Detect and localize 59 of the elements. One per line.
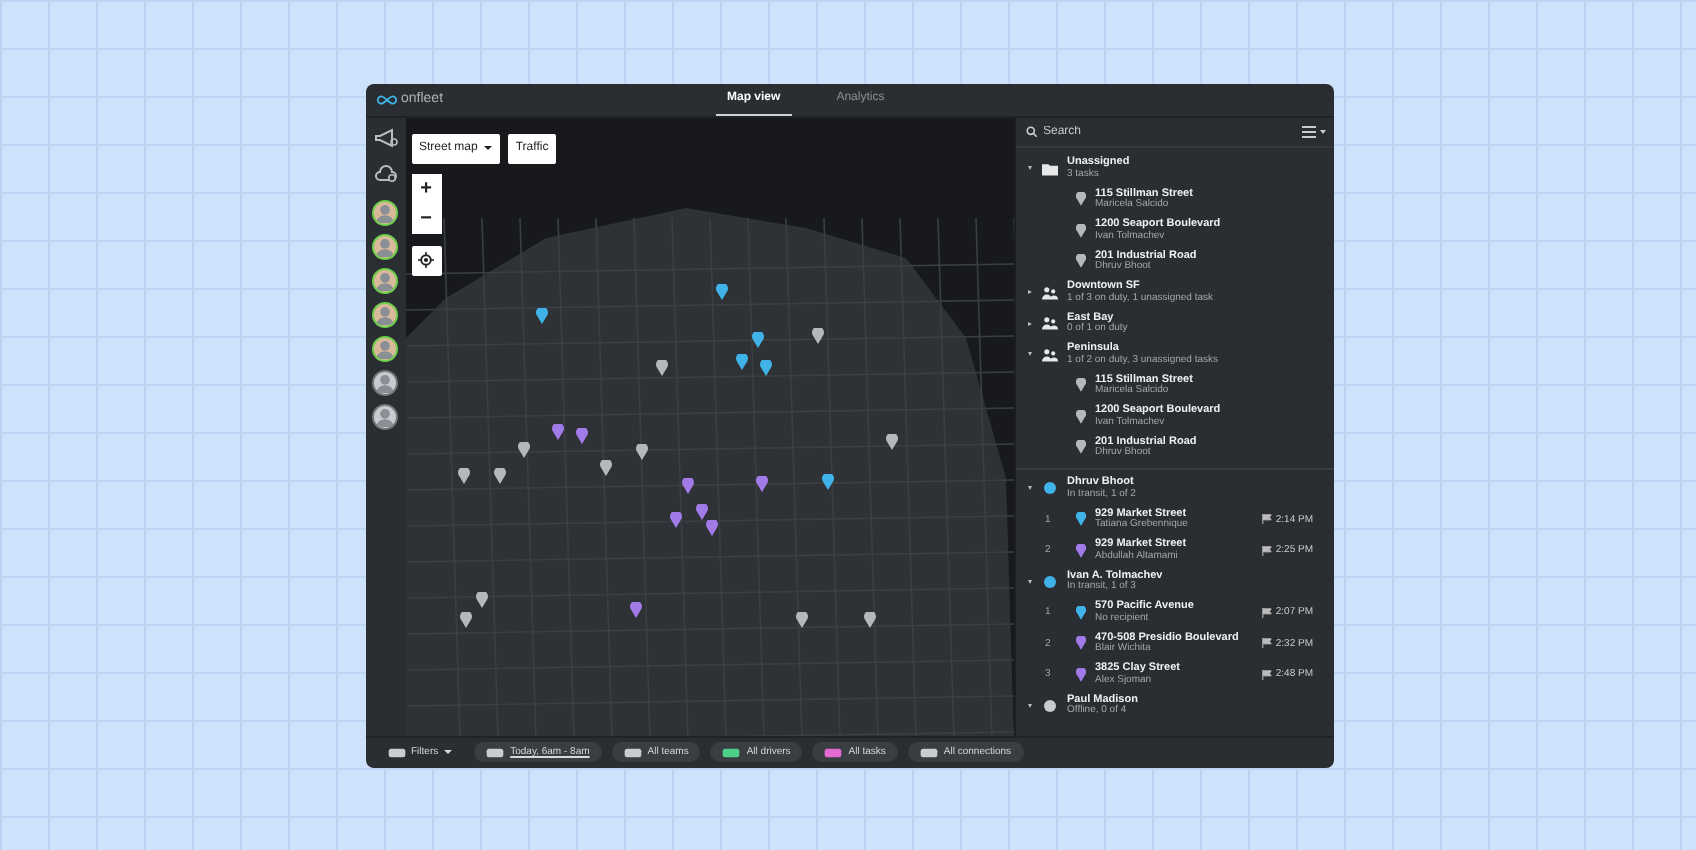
search-icon: [1025, 125, 1037, 137]
map-pin-icon[interactable]: [751, 331, 763, 347]
flag-icon: [1261, 638, 1272, 649]
folder-icon: [1041, 161, 1057, 176]
driver-avatar[interactable]: [372, 233, 398, 259]
map-pin-icon[interactable]: [517, 441, 529, 457]
flag-icon: [1261, 669, 1272, 680]
swatch-icon: [387, 747, 405, 757]
map-pin-icon[interactable]: [475, 591, 487, 607]
megaphone-icon[interactable]: [373, 127, 397, 147]
map-pin-icon[interactable]: [629, 601, 641, 617]
swatch-icon: [824, 747, 843, 757]
map-pin-icon[interactable]: [715, 283, 727, 299]
driver-avatar[interactable]: [372, 267, 398, 293]
map-pin-icon[interactable]: [695, 503, 707, 519]
expand-caret-icon[interactable]: [1027, 703, 1031, 708]
locate-button[interactable]: [411, 245, 441, 275]
team-icon: [1041, 285, 1057, 300]
flag-icon: [1261, 607, 1272, 618]
driver-avatar[interactable]: [372, 301, 398, 327]
map-pin-icon[interactable]: [863, 611, 875, 627]
map-pin-icon[interactable]: [811, 327, 823, 343]
map-pin-icon[interactable]: [575, 427, 587, 443]
flag-icon: [1261, 545, 1272, 556]
expand-caret-icon[interactable]: [1027, 290, 1031, 295]
map-pin-icon[interactable]: [669, 511, 681, 527]
swatch-icon: [623, 747, 642, 757]
crosshair-icon: [418, 252, 434, 268]
team-icon: [1041, 316, 1057, 331]
map-pin-icon[interactable]: [535, 307, 547, 323]
map-pin-icon[interactable]: [635, 443, 647, 459]
map-pin-icon[interactable]: [459, 611, 471, 627]
driver-avatar[interactable]: [372, 199, 398, 225]
infinity-logo-icon: [375, 93, 397, 105]
map-pin-icon[interactable]: [821, 473, 833, 489]
driver-avatar[interactable]: [372, 403, 398, 429]
map-pin-icon[interactable]: [885, 433, 897, 449]
swatch-icon: [919, 747, 938, 757]
map-pin-icon[interactable]: [735, 353, 747, 369]
team-icon: [1041, 347, 1057, 362]
map-pin-icon[interactable]: [759, 359, 771, 375]
cloud-icon[interactable]: [373, 163, 397, 183]
swatch-icon: [722, 747, 741, 757]
map-pin-icon[interactable]: [755, 475, 767, 491]
map-pin-icon[interactable]: [681, 477, 693, 493]
map-pin-icon[interactable]: [599, 459, 611, 475]
map-pin-icon[interactable]: [493, 467, 505, 483]
map-pin-icon[interactable]: [457, 467, 469, 483]
map-pin-icon[interactable]: [795, 611, 807, 627]
swatch-icon: [486, 747, 505, 757]
map-pin-icon[interactable]: [655, 359, 667, 375]
list-menu-icon[interactable]: [1301, 125, 1325, 137]
map-pin-icon[interactable]: [551, 423, 563, 439]
expand-caret-icon[interactable]: [1027, 321, 1031, 326]
map-pin-icon[interactable]: [705, 519, 717, 535]
expand-caret-icon[interactable]: [1027, 579, 1031, 584]
flag-icon: [1261, 514, 1272, 525]
driver-avatar[interactable]: [372, 335, 398, 361]
driver-avatar[interactable]: [372, 369, 398, 395]
